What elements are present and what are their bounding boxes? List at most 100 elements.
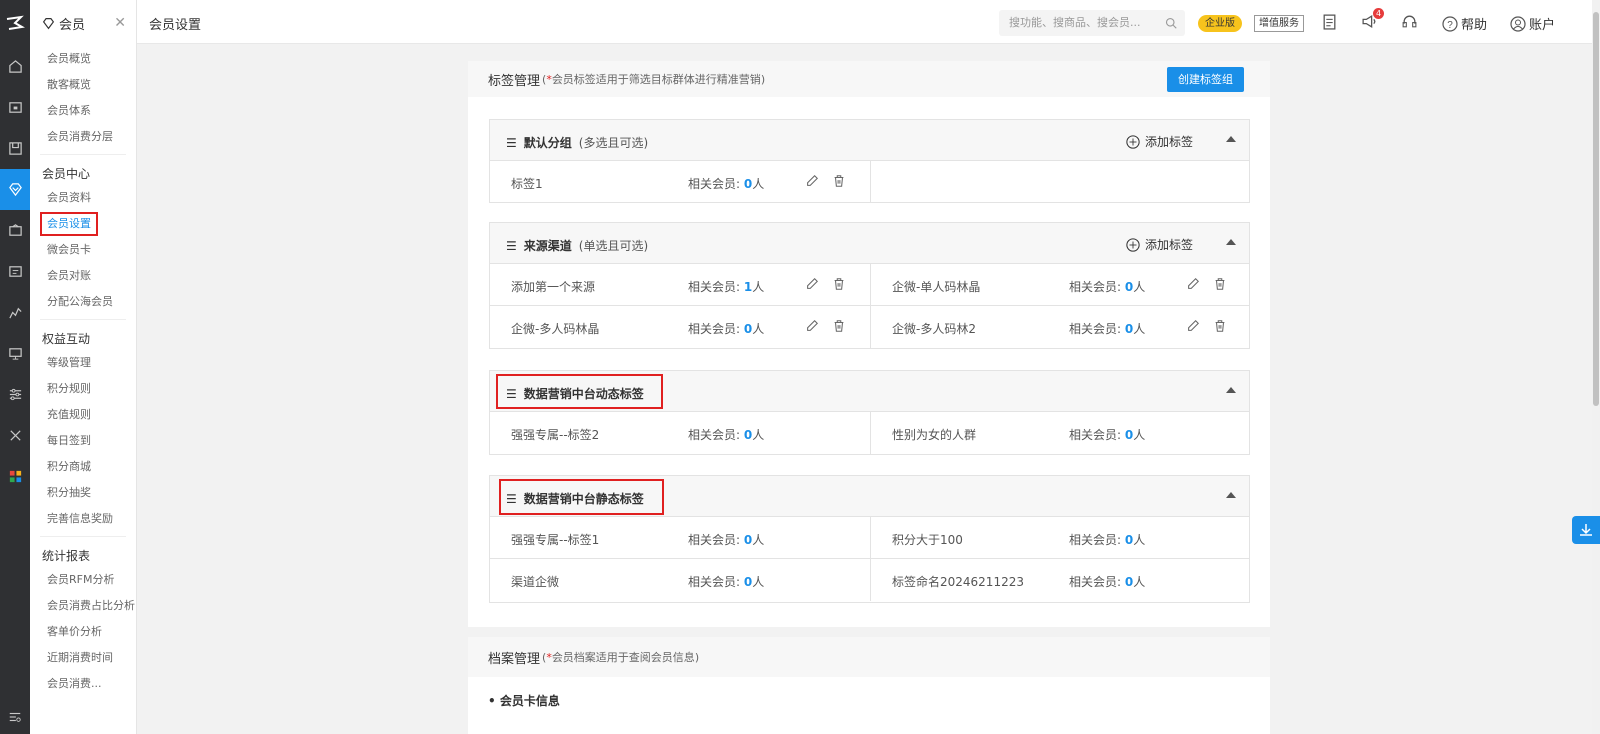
member-count: 相关会员: 0人 <box>1069 531 1145 548</box>
menu-item-points-lottery[interactable]: 积分抽奖 <box>30 480 136 506</box>
menu-item-member-profile[interactable]: 会员资料 <box>30 185 136 211</box>
menu-item-overview[interactable]: 会员概览 <box>30 46 136 72</box>
collapse-menu-icon[interactable] <box>0 710 30 724</box>
count-value[interactable]: 0 <box>1125 575 1133 589</box>
page-title: 会员设置 <box>149 18 202 33</box>
collapse-caret-icon[interactable] <box>1226 387 1236 393</box>
menu-item-points-rule[interactable]: 积分规则 <box>30 376 136 402</box>
tag-name: 标签1 <box>511 177 543 191</box>
menu-item-checkin[interactable]: 每日签到 <box>30 428 136 454</box>
add-tag-button[interactable]: 添加标签 <box>1126 133 1193 150</box>
file-management-note-text: 会员档案适用于查阅会员信息 <box>551 651 695 664</box>
value-added-button[interactable]: 增值服务 <box>1254 15 1304 32</box>
count-value[interactable]: 0 <box>744 533 752 547</box>
menu-item-more[interactable]: 会员消费... <box>30 671 136 697</box>
card-icon[interactable] <box>0 251 30 292</box>
headset-icon[interactable] <box>1401 13 1418 33</box>
menu-item-avg-order[interactable]: 客单价分析 <box>30 619 136 645</box>
count-value[interactable]: 0 <box>744 575 752 589</box>
count-value[interactable]: 1 <box>744 280 752 294</box>
edit-icon[interactable] <box>1186 277 1200 291</box>
count-value[interactable]: 0 <box>1125 280 1133 294</box>
help-button[interactable]: ? 帮助 <box>1442 14 1487 33</box>
goods-icon[interactable] <box>0 128 30 169</box>
edit-icon[interactable] <box>805 277 819 291</box>
menu-item-recharge-rule[interactable]: 充值规则 <box>30 402 136 428</box>
help-label: 帮助 <box>1461 18 1488 33</box>
tag-row: 标签1 相关会员: 0人 <box>490 161 1249 203</box>
delete-icon[interactable] <box>832 319 846 333</box>
count-unit: 人 <box>1133 533 1146 547</box>
menu-item-recent-consumption[interactable]: 近期消费时间 <box>30 645 136 671</box>
tag-name: 企微-多人码林晶 <box>511 322 600 336</box>
close-icon[interactable]: ✕ <box>114 15 126 31</box>
menu-item-member-settings[interactable]: 会员设置 <box>30 211 136 237</box>
count-unit: 人 <box>752 322 765 336</box>
delete-icon[interactable] <box>832 277 846 291</box>
search-icon[interactable] <box>1165 17 1177 29</box>
marketing-icon[interactable] <box>0 210 30 251</box>
home-icon[interactable] <box>0 46 30 87</box>
menu-item-member-system[interactable]: 会员体系 <box>30 98 136 124</box>
menu-item-micro-card[interactable]: 微会员卡 <box>30 237 136 263</box>
menu-divider <box>40 319 126 320</box>
file-management-header: 档案管理 (*会员档案适用于查阅会员信息) <box>468 637 1270 677</box>
file-management-title: 档案管理 <box>488 651 541 667</box>
tag-group-header[interactable]: ☰ 来源渠道 (单选且可选) 添加标签 <box>490 223 1249 264</box>
count-value[interactable]: 0 <box>1125 533 1133 547</box>
tag-cell: 渠道企微 相关会员: 0人 <box>490 559 870 601</box>
collapse-caret-icon[interactable] <box>1226 239 1236 245</box>
count-label: 相关会员: <box>688 177 741 191</box>
report-icon[interactable] <box>0 292 30 333</box>
menu-item-guest-overview[interactable]: 散客概览 <box>30 72 136 98</box>
scrollbar-thumb[interactable] <box>1593 12 1599 406</box>
edit-icon[interactable] <box>1186 319 1200 333</box>
tools-icon[interactable] <box>0 415 30 456</box>
menu-item-rfm[interactable]: 会员RFM分析 <box>30 567 136 593</box>
enterprise-badge[interactable]: 企业版 <box>1198 15 1242 32</box>
member-count: 相关会员: 0人 <box>1069 278 1145 295</box>
search-input[interactable]: 搜功能、搜商品、搜会员... <box>999 10 1185 36</box>
screen-icon[interactable] <box>0 333 30 374</box>
tag-group-header[interactable]: ☰ 默认分组 (多选且可选) 添加标签 <box>490 120 1249 161</box>
delete-icon[interactable] <box>1213 277 1227 291</box>
clipboard-icon[interactable] <box>1321 13 1338 33</box>
count-value[interactable]: 0 <box>744 322 752 336</box>
menu-group-member-center: 会员中心 <box>42 167 91 181</box>
add-tag-button[interactable]: 添加标签 <box>1126 236 1193 253</box>
menu-item-reconcile[interactable]: 会员对账 <box>30 263 136 289</box>
count-value[interactable]: 0 <box>744 428 752 442</box>
collapse-caret-icon[interactable] <box>1226 492 1236 498</box>
count-unit: 人 <box>752 428 765 442</box>
menu-item-level[interactable]: 等级管理 <box>30 350 136 376</box>
member-icon[interactable] <box>0 169 30 210</box>
user-icon <box>1510 15 1526 32</box>
edit-icon[interactable] <box>805 174 819 188</box>
menu-item-consumption-ratio[interactable]: 会员消费占比分析 <box>30 593 136 619</box>
count-value[interactable]: 0 <box>1125 428 1133 442</box>
account-button[interactable]: 账户 <box>1510 14 1555 33</box>
menu-item-consumption-tier[interactable]: 会员消费分层 <box>30 124 136 150</box>
tag-row: 强强专属--标签2 相关会员: 0人 性别为女的人群 相关会员: 0人 <box>490 412 1249 454</box>
menu-group-reports: 统计报表 <box>42 549 91 563</box>
count-value[interactable]: 0 <box>1125 322 1133 336</box>
menu-item-assign-pool[interactable]: 分配公海会员 <box>30 289 136 315</box>
collapse-caret-icon[interactable] <box>1226 136 1236 142</box>
tag-cell: 添加第一个来源 相关会员: 1人 <box>490 264 870 306</box>
delete-icon[interactable] <box>832 174 846 188</box>
page-scrollbar[interactable] <box>1592 0 1600 734</box>
logo-icon[interactable] <box>0 0 30 46</box>
create-tag-group-button[interactable]: 创建标签组 <box>1167 67 1244 92</box>
delete-icon[interactable] <box>1213 319 1227 333</box>
tag-cell: 企微-多人码林晶 相关会员: 0人 <box>490 306 870 348</box>
menu-item-points-mall[interactable]: 积分商城 <box>30 454 136 480</box>
download-icon[interactable] <box>1572 516 1600 544</box>
menu-item-info-reward[interactable]: 完善信息奖励 <box>30 506 136 532</box>
settings-icon[interactable] <box>0 374 30 415</box>
edit-icon[interactable] <box>805 319 819 333</box>
shop-icon[interactable] <box>0 87 30 128</box>
tag-management-note: (*会员标签适用于筛选目标群体进行精准营销) <box>542 73 766 86</box>
count-value[interactable]: 0 <box>744 177 752 191</box>
apps-icon[interactable] <box>0 456 30 497</box>
count-unit: 人 <box>752 533 765 547</box>
